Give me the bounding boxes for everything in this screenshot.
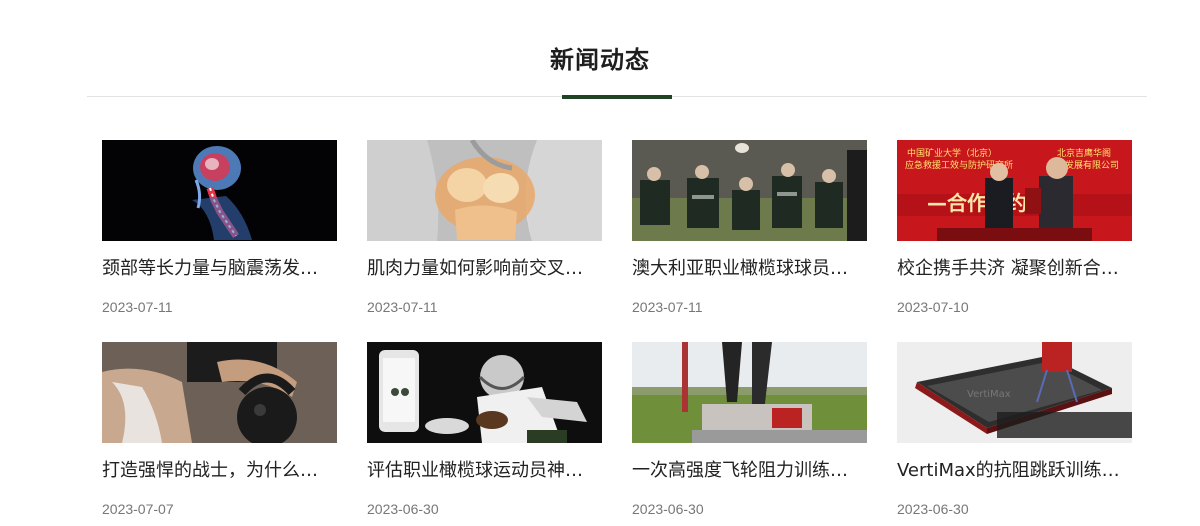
- news-title[interactable]: 颈部等长力量与脑震荡发…: [102, 258, 337, 280]
- spine-brain-xray-image[interactable]: [102, 140, 337, 241]
- news-title[interactable]: 一次高强度飞轮阻力训练…: [632, 460, 867, 482]
- news-date: 2023-07-11: [102, 299, 173, 315]
- news-card[interactable]: 肌肉力量如何影响前交叉… 2023-07-11: [367, 140, 602, 316]
- news-card[interactable]: 颈部等长力量与脑震荡发… 2023-07-11: [102, 140, 337, 316]
- flywheel-sled-image[interactable]: [632, 342, 867, 443]
- news-card[interactable]: 澳大利亚职业橄榄球球员… 2023-07-11: [632, 140, 867, 316]
- partnership-signing-image[interactable]: 中国矿业大学（北京） 应急救援工效与防护研究所 北京吉鹰华阁 体育发展有限公司 …: [897, 140, 1132, 241]
- news-title[interactable]: 澳大利亚职业橄榄球球员…: [632, 258, 867, 280]
- news-card[interactable]: VertiMax VertiMax的抗阻跳跃训练… 2023-06-30: [897, 342, 1132, 518]
- news-date: 2023-07-07: [102, 501, 174, 517]
- svg-text:中国矿业大学（北京）: 中国矿业大学（北京）: [907, 147, 997, 159]
- svg-text:北京吉鹰华阁: 北京吉鹰华阁: [1057, 147, 1111, 159]
- news-date: 2023-07-11: [632, 299, 703, 315]
- football-player-phone-image[interactable]: [367, 342, 602, 443]
- news-title[interactable]: 肌肉力量如何影响前交叉…: [367, 258, 602, 280]
- svg-text:VertiMax: VertiMax: [967, 389, 1011, 400]
- knee-joint-image[interactable]: [367, 140, 602, 241]
- news-date: 2023-06-30: [367, 501, 439, 517]
- news-title[interactable]: 校企携手共济 凝聚创新合…: [897, 258, 1132, 280]
- vertimax-platform-image[interactable]: VertiMax: [897, 342, 1132, 443]
- news-date: 2023-06-30: [632, 501, 704, 517]
- news-date: 2023-07-11: [367, 299, 438, 315]
- kettlebell-training-image[interactable]: [102, 342, 337, 443]
- section-title: 新闻动态: [550, 46, 650, 74]
- news-card[interactable]: 评估职业橄榄球运动员神… 2023-06-30: [367, 342, 602, 518]
- news-card[interactable]: 一次高强度飞轮阻力训练… 2023-06-30: [632, 342, 867, 518]
- rugby-players-image[interactable]: [632, 140, 867, 241]
- news-title[interactable]: 评估职业橄榄球运动员神…: [367, 460, 602, 482]
- news-card[interactable]: 中国矿业大学（北京） 应急救援工效与防护研究所 北京吉鹰华阁 体育发展有限公司 …: [897, 140, 1132, 316]
- news-date: 2023-07-10: [897, 299, 969, 315]
- news-title[interactable]: VertiMax的抗阻跳跃训练…: [897, 460, 1132, 482]
- news-card[interactable]: 打造强悍的战士，为什么… 2023-07-07: [102, 342, 337, 518]
- news-title[interactable]: 打造强悍的战士，为什么…: [102, 460, 337, 482]
- title-accent-bar: [562, 95, 672, 99]
- news-date: 2023-06-30: [897, 501, 969, 517]
